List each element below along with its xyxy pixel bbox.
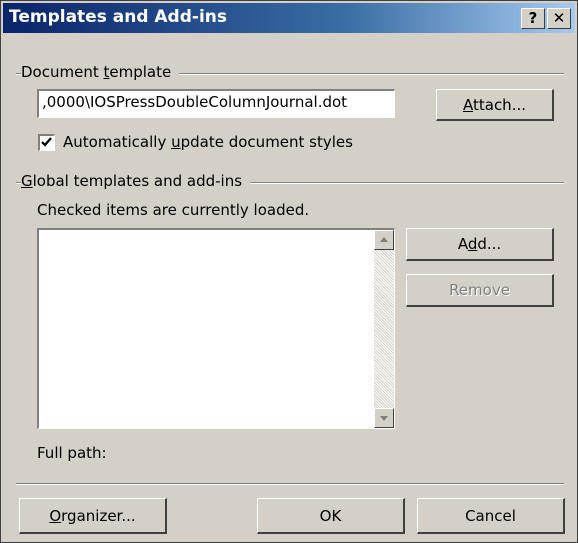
attach-button-label: Attach... bbox=[462, 96, 526, 114]
add-button-label: Add... bbox=[457, 235, 502, 253]
close-icon: ✕ bbox=[552, 9, 566, 27]
scroll-up-button[interactable] bbox=[374, 230, 394, 250]
document-template-path-value: ,0000\IOSPressDoubleColumnJournal.dot bbox=[42, 93, 348, 111]
global-templates-group-label: Global templates and add-ins bbox=[21, 172, 251, 190]
document-template-path-field[interactable]: ,0000\IOSPressDoubleColumnJournal.dot bbox=[37, 89, 395, 118]
full-path-label: Full path: bbox=[37, 444, 107, 462]
auto-update-checkbox[interactable] bbox=[38, 134, 55, 151]
document-template-group-label: Document template bbox=[21, 63, 180, 81]
close-button[interactable]: ✕ bbox=[547, 8, 571, 29]
remove-button-label: Remove bbox=[449, 281, 510, 299]
footer-separator bbox=[16, 483, 564, 485]
scroll-up-arrow-icon bbox=[380, 237, 388, 242]
list-scrollbar[interactable] bbox=[374, 230, 394, 428]
add-button[interactable]: Add... bbox=[406, 228, 554, 261]
ok-button[interactable]: OK bbox=[257, 498, 405, 534]
scroll-down-arrow-icon bbox=[380, 416, 388, 421]
templates-addins-dialog: Templates and Add-ins ? ✕ Document templ… bbox=[0, 0, 578, 543]
organizer-button[interactable]: Organizer... bbox=[19, 498, 167, 534]
organizer-button-label: Organizer... bbox=[49, 507, 136, 525]
help-icon: ? bbox=[528, 9, 538, 27]
help-button[interactable]: ? bbox=[521, 8, 545, 29]
scroll-down-button[interactable] bbox=[374, 408, 394, 428]
remove-button[interactable]: Remove bbox=[406, 274, 554, 307]
checkmark-icon bbox=[41, 137, 52, 147]
dialog-title: Templates and Add-ins bbox=[9, 7, 228, 27]
cancel-button-label: Cancel bbox=[465, 507, 516, 525]
ok-button-label: OK bbox=[319, 507, 342, 525]
auto-update-label[interactable]: Automatically update document styles bbox=[63, 133, 353, 151]
attach-button[interactable]: Attach... bbox=[436, 89, 554, 121]
loaded-items-hint: Checked items are currently loaded. bbox=[37, 201, 310, 219]
title-bar[interactable]: Templates and Add-ins ? ✕ bbox=[3, 3, 575, 33]
global-templates-list[interactable] bbox=[37, 228, 395, 429]
cancel-button[interactable]: Cancel bbox=[417, 498, 565, 534]
